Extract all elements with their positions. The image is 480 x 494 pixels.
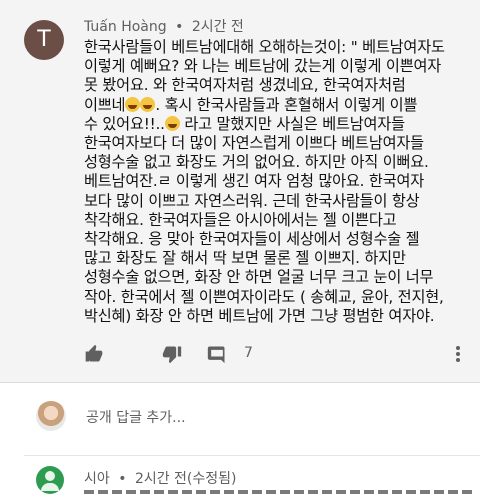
meta-separator: • (175, 19, 184, 35)
author-name[interactable]: Tuấn Hoàng (84, 19, 167, 35)
comment-card: T Tuấn Hoàng • 2시간 전 한국사람들이 베트남에대해 오해하는것… (0, 0, 480, 382)
more-vert-icon[interactable] (454, 344, 462, 368)
next-comment-meta: 시아 • 2시간 전(수정됨) (84, 468, 237, 488)
comment-line-5b: 라고 말했지만 사실은 베트남여자들 (179, 114, 405, 133)
laughing-emoji-icon (140, 96, 156, 112)
reply-icon[interactable] (206, 344, 228, 368)
comment-line-1: 한국사람들이 베트남에대해 오해하는것이: " 베트남여자도 (84, 38, 445, 56)
comment-actions: 7 (84, 342, 474, 366)
comment-line-6: 한국여자보다 더 많이 자연스럽게 이쁘다 베트남여자들 (84, 134, 424, 153)
comment-line-4b: . 혹시 한국사람들과 혼혈해서 이렇게 이쁠 (155, 95, 418, 114)
user-avatar-icon[interactable] (36, 466, 64, 494)
comment-line-7: 성형수술 없고 화장도 거의 없어요. 하지만 아직 이뻐요. (84, 153, 429, 172)
next-comment-time: 2시간 전(수정됨) (134, 471, 237, 487)
author-avatar[interactable]: T (24, 20, 64, 60)
add-reply-row[interactable]: 공개 답글 추가... (0, 383, 480, 443)
comment-line-14: 작아. 한국에서 젤 이쁜여자이라도 ( 송혜교, 윤아, 전지현, (84, 287, 444, 306)
avatar-letter: T (37, 27, 51, 52)
laughing-emoji-icon (125, 96, 141, 112)
comment-line-5a: 수 있어요!!.. (84, 114, 165, 133)
next-comment: 시아 • 2시간 전(수정됨) (0, 456, 480, 494)
comment-line-11: 착각해요. 응 맞아 한국여자들이 세상에서 성형수술 젤 (84, 230, 420, 249)
sweat-emoji-icon (164, 115, 180, 131)
comment-body: 한국사람들이 베트남에대해 오해하는것이: " 베트남여자도 이렇게 예뻐요? … (84, 38, 474, 326)
comment-line-10: 착각해요. 한국여자들은 아시아에서는 젤 이쁜다고 (84, 210, 397, 229)
comment-line-3: 못 봤어요. 와 한국여자처럼 생겼네요, 한국여자처럼 (84, 76, 406, 95)
reply-count[interactable]: 7 (244, 345, 253, 361)
comment-line-12: 많고 화장도 잘 해서 딱 보면 물론 젤 이쁘지. 하지만 (84, 249, 406, 268)
next-meta-separator: • (118, 471, 127, 487)
thumb-down-icon[interactable] (162, 344, 182, 368)
comment-line-15: 박신혜) 화장 안 하면 베트남에 가면 그냥 평범한 여자야. (84, 306, 435, 325)
comment-line-4a: 이쁘네 (84, 95, 126, 114)
reply-input[interactable]: 공개 답글 추가... (86, 407, 186, 427)
comment-line-2: 이렇게 예뻐요? 와 나는 베트남에 갔는게 이렇게 이쁜여자 (84, 57, 442, 76)
thumb-up-icon[interactable] (84, 344, 104, 368)
comment-line-8: 베트남여잔.ㄹ 이렇게 생긴 여자 엄청 많아요. 한국여자 (84, 172, 425, 191)
comment-time: 2시간 전 (191, 19, 244, 35)
comment-line-13: 성형수술 없으면, 화장 안 하면 얼굴 너무 크고 눈이 너무 (84, 268, 434, 287)
comment-line-9: 보다 많이 이쁘고 자연스러워. 근데 한국사람들이 항상 (84, 191, 420, 210)
current-user-avatar (36, 401, 66, 431)
next-author-name[interactable]: 시아 (84, 471, 110, 487)
next-comment-body-cropped (84, 490, 474, 494)
comment-meta: Tuấn Hoàng • 2시간 전 (84, 16, 244, 36)
